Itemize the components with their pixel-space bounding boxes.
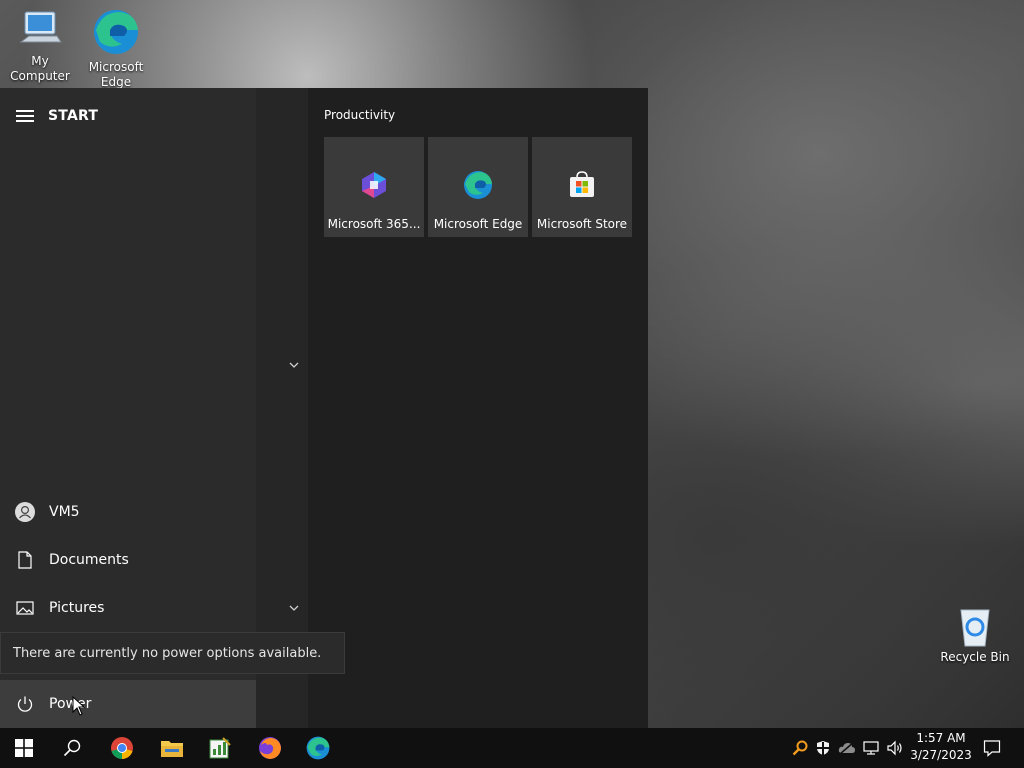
start-menu-header: START	[0, 102, 256, 130]
tile-group-title: Productivity	[324, 108, 396, 122]
taskbar-firefox[interactable]	[246, 728, 294, 768]
action-center-button[interactable]	[968, 728, 1016, 768]
left-item-label: Pictures	[49, 600, 105, 616]
hamburger-menu-icon[interactable]	[16, 107, 34, 125]
desktop-icon-my-computer[interactable]: My Computer	[0, 6, 80, 84]
taskbar-edge[interactable]	[294, 728, 342, 768]
desktop-icon-microsoft-edge[interactable]: Microsoft Edge	[76, 6, 156, 90]
search-button[interactable]	[48, 728, 96, 768]
pictures-icon	[15, 598, 35, 618]
power-button[interactable]: Power	[0, 680, 256, 728]
taskbar: 1:57 AM 3/27/2023	[0, 728, 1024, 768]
tray-search[interactable]	[788, 728, 812, 768]
cloud-icon	[838, 741, 855, 755]
tile-microsoft-edge[interactable]: Microsoft Edge	[428, 137, 528, 237]
search-tray-icon	[792, 740, 808, 756]
mouse-cursor-icon	[72, 696, 86, 716]
computer-icon	[17, 6, 63, 52]
left-item-pictures[interactable]: Pictures	[0, 586, 256, 630]
power-icon	[15, 694, 35, 714]
tile-label: Microsoft Store	[536, 217, 628, 231]
power-tooltip: There are currently no power options ava…	[0, 632, 345, 674]
chevron-down-icon[interactable]	[288, 359, 300, 371]
volume-icon	[887, 740, 902, 756]
search-icon	[63, 739, 81, 757]
tile-microsoft-store[interactable]: Microsoft Store	[532, 137, 632, 237]
desktop-icon-label: Microsoft Edge	[88, 60, 144, 89]
desktop-icon-recycle-bin[interactable]: Recycle Bin	[935, 602, 1015, 665]
tile-label: Microsoft Edge	[433, 217, 523, 231]
file-explorer-icon	[161, 741, 183, 757]
desktop-icon-label: My Computer	[10, 54, 70, 83]
edge-icon	[306, 736, 330, 760]
tooltip-text: There are currently no power options ava…	[13, 645, 322, 661]
spreadsheet-icon	[209, 737, 231, 759]
tray-volume[interactable]	[883, 728, 907, 768]
network-icon	[863, 741, 879, 755]
start-button[interactable]	[0, 728, 48, 768]
security-icon	[817, 741, 829, 755]
recycle-bin-icon	[953, 602, 997, 648]
user-icon	[15, 502, 35, 522]
edge-icon	[464, 171, 492, 199]
document-icon	[15, 550, 35, 570]
left-item-user[interactable]: VM5	[0, 490, 256, 534]
taskbar-spreadsheet-app[interactable]	[196, 728, 244, 768]
start-icon	[15, 739, 33, 757]
chrome-icon	[111, 737, 133, 759]
chevron-down-icon[interactable]	[288, 602, 300, 614]
clock-time: 1:57 AM	[916, 731, 966, 745]
tile-label: Microsoft 365...	[327, 217, 421, 231]
tray-network[interactable]	[859, 728, 883, 768]
start-title: START	[48, 108, 99, 124]
taskbar-chrome[interactable]	[98, 728, 146, 768]
left-item-label: VM5	[49, 504, 80, 520]
clock-date: 3/27/2023	[910, 748, 972, 762]
taskbar-clock[interactable]: 1:57 AM 3/27/2023	[906, 730, 976, 764]
left-item-label: Documents	[49, 552, 129, 568]
store-icon	[570, 171, 594, 197]
tile-microsoft-365[interactable]: Microsoft 365...	[324, 137, 424, 237]
notification-icon	[983, 740, 1001, 757]
firefox-icon	[259, 737, 281, 759]
m365-icon	[362, 172, 386, 198]
tray-security[interactable]	[811, 728, 835, 768]
edge-icon	[90, 6, 142, 58]
left-item-documents[interactable]: Documents	[0, 538, 256, 582]
taskbar-file-explorer[interactable]	[148, 728, 196, 768]
desktop-icon-label: Recycle Bin	[940, 650, 1010, 664]
tray-cloud[interactable]	[835, 728, 859, 768]
